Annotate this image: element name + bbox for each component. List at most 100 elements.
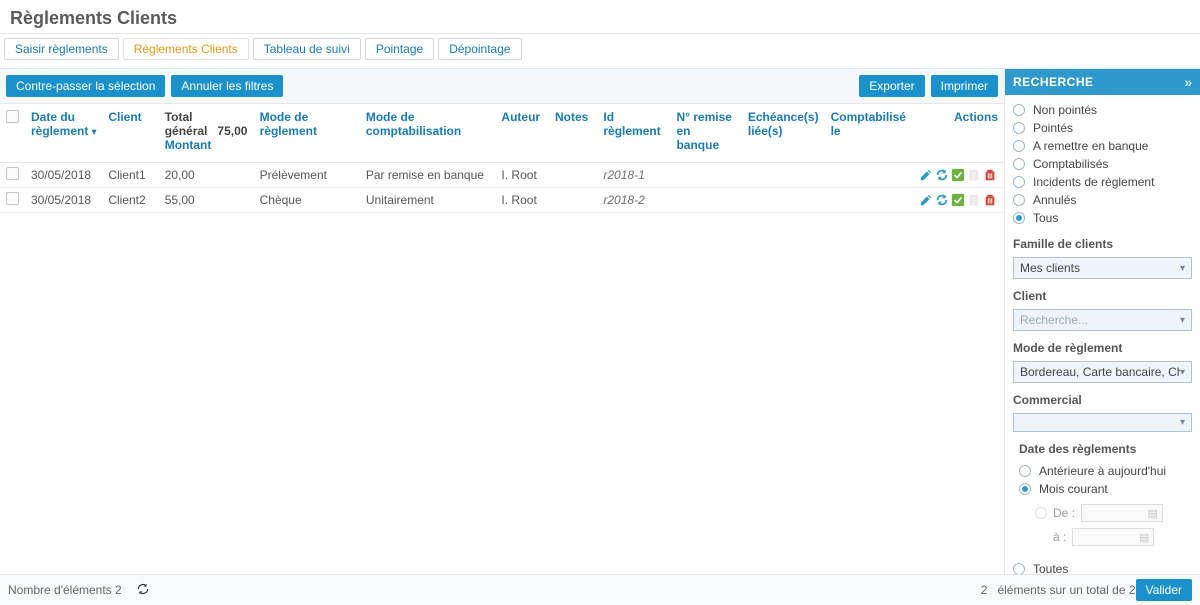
commercial-select[interactable]: ▾ bbox=[1013, 413, 1192, 432]
calendar-icon: ▤ bbox=[1139, 531, 1149, 544]
annuler-filtres-button[interactable]: Annuler les filtres bbox=[171, 75, 283, 97]
radio-status[interactable] bbox=[1013, 212, 1025, 224]
titlebar: Règlements Clients bbox=[0, 0, 1200, 34]
radio-date[interactable] bbox=[1019, 465, 1031, 477]
chevron-down-icon: ▾ bbox=[1180, 367, 1185, 378]
reglements-table: Date du règlement ▾ Client Total général… bbox=[0, 104, 1004, 213]
status-middle-text: éléments sur un total de 2 bbox=[997, 583, 1135, 597]
col-id-reglement[interactable]: Id règlement bbox=[603, 110, 660, 138]
note-icon bbox=[967, 193, 981, 207]
a-label: à : bbox=[1053, 530, 1066, 544]
cell-montant: 20,00 bbox=[159, 163, 254, 188]
cell-mode-compta: Unitairement bbox=[360, 188, 496, 213]
famille-label: Famille de clients bbox=[1013, 237, 1192, 251]
tab-tableau-de-suivi[interactable]: Tableau de suivi bbox=[253, 38, 361, 60]
tab-pointage[interactable]: Pointage bbox=[365, 38, 434, 60]
edit-icon[interactable] bbox=[919, 168, 933, 182]
mode-value: Bordereau, Carte bancaire, Chèqu bbox=[1020, 365, 1180, 379]
radio-status[interactable] bbox=[1013, 122, 1025, 134]
col-date[interactable]: Date du règlement bbox=[31, 110, 88, 138]
tab-d-pointage[interactable]: Dépointage bbox=[438, 38, 521, 60]
col-echeances[interactable]: Echéance(s) liée(s) bbox=[748, 110, 819, 138]
sort-desc-icon: ▾ bbox=[92, 126, 97, 136]
contre-passer-icon[interactable] bbox=[935, 193, 949, 207]
col-client[interactable]: Client bbox=[108, 110, 141, 124]
exporter-button[interactable]: Exporter bbox=[859, 75, 924, 97]
cell-id-reglement: r2018-2 bbox=[597, 188, 670, 213]
col-comptabilise[interactable]: Comptabilisé le bbox=[831, 110, 906, 138]
radio-status-label: Comptabilisés bbox=[1033, 157, 1108, 171]
valider-button[interactable]: Valider bbox=[1136, 579, 1192, 601]
cell-client: Client1 bbox=[102, 163, 158, 188]
cell-actions bbox=[912, 163, 1004, 188]
famille-select[interactable]: Mes clients ▾ bbox=[1013, 257, 1192, 279]
radio-date[interactable] bbox=[1019, 483, 1031, 495]
radio-status-label: Tous bbox=[1033, 211, 1058, 225]
cell-auteur: I. Root bbox=[495, 188, 549, 213]
cell-remise bbox=[670, 188, 741, 213]
date-de-input[interactable]: ▤ bbox=[1081, 504, 1163, 522]
row-checkbox[interactable] bbox=[6, 167, 19, 180]
de-label: De : bbox=[1053, 506, 1075, 520]
col-auteur[interactable]: Auteur bbox=[501, 110, 540, 124]
cell-montant: 55,00 bbox=[159, 188, 254, 213]
imprimer-button[interactable]: Imprimer bbox=[931, 75, 998, 97]
cell-id-reglement: r2018-1 bbox=[597, 163, 670, 188]
edit-icon[interactable] bbox=[919, 193, 933, 207]
total-general-value: 75,00 bbox=[217, 124, 247, 138]
status-count-label: Nombre d'éléments bbox=[8, 583, 112, 597]
cell-comptabilise bbox=[825, 188, 912, 213]
radio-status[interactable] bbox=[1013, 194, 1025, 206]
cell-mode-compta: Par remise en banque bbox=[360, 163, 496, 188]
radio-date-de bbox=[1035, 507, 1047, 519]
col-notes[interactable]: Notes bbox=[555, 110, 588, 124]
col-mode-compta[interactable]: Mode de comptabilisation bbox=[366, 110, 461, 138]
collapse-panel-icon[interactable]: » bbox=[1184, 74, 1192, 90]
delete-icon[interactable] bbox=[983, 193, 997, 207]
tab-saisir-r-glements[interactable]: Saisir règlements bbox=[4, 38, 119, 60]
radio-status[interactable] bbox=[1013, 158, 1025, 170]
chevron-down-icon: ▾ bbox=[1180, 417, 1185, 428]
contre-passer-button[interactable]: Contre-passer la sélection bbox=[6, 75, 165, 97]
mode-select[interactable]: Bordereau, Carte bancaire, Chèqu ▾ bbox=[1013, 361, 1192, 383]
cell-client: Client2 bbox=[102, 188, 158, 213]
cell-comptabilise bbox=[825, 163, 912, 188]
chevron-down-icon: ▾ bbox=[1180, 263, 1185, 274]
toutes-label: Toutes bbox=[1033, 562, 1068, 574]
select-all-checkbox[interactable] bbox=[6, 110, 19, 123]
valider-icon[interactable] bbox=[951, 168, 965, 182]
cell-notes bbox=[549, 163, 597, 188]
client-select[interactable]: Recherche... ▾ bbox=[1013, 309, 1192, 331]
client-placeholder: Recherche... bbox=[1020, 313, 1088, 327]
cell-notes bbox=[549, 188, 597, 213]
cell-mode-reglement: Prélèvement bbox=[254, 163, 360, 188]
valider-icon[interactable] bbox=[951, 193, 965, 207]
date-a-input[interactable]: ▤ bbox=[1072, 528, 1154, 546]
col-remise[interactable]: N° remise en banque bbox=[676, 110, 732, 152]
radio-status[interactable] bbox=[1013, 140, 1025, 152]
tab-r-glements-clients[interactable]: Règlements Clients bbox=[123, 38, 249, 60]
radio-status[interactable] bbox=[1013, 104, 1025, 116]
status-bar: Nombre d'éléments 2 2 éléments sur un to… bbox=[0, 574, 1200, 605]
col-montant[interactable]: Montant bbox=[165, 138, 248, 152]
radio-status-label: Pointés bbox=[1033, 121, 1073, 135]
radio-date-label: Mois courant bbox=[1039, 482, 1108, 496]
mode-label: Mode de règlement bbox=[1013, 341, 1192, 355]
delete-icon[interactable] bbox=[983, 168, 997, 182]
famille-value: Mes clients bbox=[1020, 261, 1080, 275]
radio-status-label: Incidents de règlement bbox=[1033, 175, 1154, 189]
radio-status[interactable] bbox=[1013, 176, 1025, 188]
table-row: 30/05/2018Client255,00ChèqueUnitairement… bbox=[0, 188, 1004, 213]
refresh-icon[interactable] bbox=[136, 582, 150, 599]
commercial-label: Commercial bbox=[1013, 393, 1192, 407]
toolbar: Contre-passer la sélection Annuler les f… bbox=[0, 69, 1004, 104]
radio-status-label: A remettre en banque bbox=[1033, 139, 1148, 153]
col-mode-reglement[interactable]: Mode de règlement bbox=[260, 110, 317, 138]
cell-mode-reglement: Chèque bbox=[254, 188, 360, 213]
contre-passer-icon[interactable] bbox=[935, 168, 949, 182]
radio-toutes[interactable] bbox=[1013, 563, 1025, 574]
row-checkbox[interactable] bbox=[6, 192, 19, 205]
cell-actions bbox=[912, 188, 1004, 213]
radio-date-label: Antérieure à aujourd'hui bbox=[1039, 464, 1166, 478]
search-panel: RECHERCHE » Non pointésPointésA remettre… bbox=[1005, 69, 1200, 574]
